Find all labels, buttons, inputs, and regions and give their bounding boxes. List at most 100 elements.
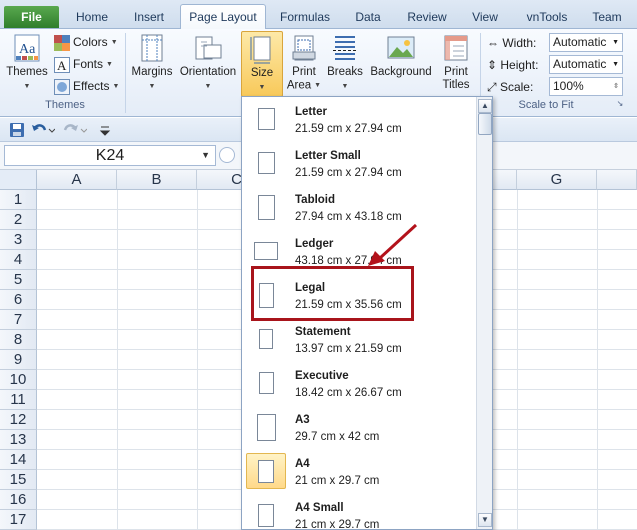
save-icon[interactable] bbox=[9, 122, 25, 138]
fonts-label: Fonts bbox=[73, 57, 104, 71]
row-header[interactable]: 14 bbox=[0, 450, 37, 470]
print-area-label-2: Area bbox=[286, 79, 312, 92]
orientation-label: Orientation bbox=[179, 66, 237, 78]
scale-row: ⤢ Scale: 100% ⇳ bbox=[487, 77, 627, 97]
tab-review[interactable]: Review bbox=[402, 7, 452, 29]
width-select[interactable]: Automatic ▼ bbox=[549, 33, 623, 52]
name-box[interactable]: K24 ▼ bbox=[4, 145, 216, 166]
scroll-down-icon[interactable]: ▼ bbox=[478, 513, 492, 527]
row-header[interactable]: 9 bbox=[0, 350, 37, 370]
themes-button[interactable]: Aa Themes ▼ bbox=[6, 31, 48, 97]
colors-button[interactable]: Colors ▼ bbox=[54, 32, 118, 52]
page-size-name: A3 bbox=[295, 414, 310, 426]
row-header[interactable]: 10 bbox=[0, 370, 37, 390]
margins-button[interactable]: Margins ▼ bbox=[129, 31, 175, 97]
width-row: ⇔ Width: Automatic ▼ bbox=[487, 33, 627, 53]
tab-data[interactable]: Data bbox=[346, 7, 390, 29]
scale-spinner[interactable]: 100% ⇳ bbox=[549, 77, 623, 96]
width-icon: ⇔ bbox=[487, 36, 503, 50]
row-header[interactable]: 13 bbox=[0, 430, 37, 450]
page-icon bbox=[258, 372, 274, 394]
customize-qat-icon[interactable] bbox=[97, 122, 113, 138]
page-size-name: Letter Small bbox=[295, 150, 361, 162]
scale-to-fit-group-label: Scale to Fit bbox=[518, 99, 574, 111]
tab-view[interactable]: View bbox=[464, 7, 506, 29]
page-size-dimensions: 21.59 cm x 27.94 cm bbox=[295, 123, 402, 135]
tab-team[interactable]: Team bbox=[586, 7, 628, 29]
row-header[interactable]: 7 bbox=[0, 310, 37, 330]
tab-vntools[interactable]: vnTools bbox=[518, 7, 576, 29]
scale-label: ⤢ Scale: bbox=[487, 77, 533, 97]
gridline bbox=[517, 190, 518, 530]
page-icon bbox=[254, 242, 278, 260]
height-label: ⇕ Height: bbox=[487, 55, 538, 75]
row-header[interactable]: 15 bbox=[0, 470, 37, 490]
row-header[interactable]: 6 bbox=[0, 290, 37, 310]
orientation-button[interactable]: Orientation ▼ bbox=[177, 31, 239, 97]
page-size-option[interactable]: A4 21 cm x 29.7 cm bbox=[242, 453, 476, 497]
tab-formulas[interactable]: Formulas bbox=[274, 7, 336, 29]
print-titles-label-2: Titles bbox=[442, 79, 470, 91]
page-size-option[interactable]: Executive 18.42 cm x 26.67 cm bbox=[242, 365, 476, 409]
dialog-launcher-icon[interactable]: ↘ bbox=[614, 99, 626, 108]
scale-icon: ⤢ bbox=[487, 80, 500, 94]
row-header[interactable]: 16 bbox=[0, 490, 37, 510]
page-icon bbox=[257, 152, 275, 174]
page-size-option[interactable]: Statement 13.97 cm x 21.59 cm bbox=[242, 321, 476, 365]
undo-icon[interactable] bbox=[31, 122, 56, 138]
height-select[interactable]: Automatic ▼ bbox=[549, 55, 623, 74]
tab-file[interactable]: File bbox=[4, 6, 59, 28]
row-header[interactable]: 11 bbox=[0, 390, 37, 410]
row-header[interactable]: 2 bbox=[0, 210, 37, 230]
row-header[interactable]: 3 bbox=[0, 230, 37, 250]
print-area-button[interactable]: Print Area ▼ bbox=[286, 31, 322, 97]
select-all-corner[interactable] bbox=[0, 170, 37, 190]
print-area-icon bbox=[289, 33, 319, 63]
print-titles-icon bbox=[441, 33, 471, 63]
row-header[interactable]: 4 bbox=[0, 250, 37, 270]
size-label: Size bbox=[250, 67, 274, 79]
page-size-name: Letter bbox=[295, 106, 327, 118]
row-header[interactable]: 1 bbox=[0, 190, 37, 210]
column-header[interactable] bbox=[597, 170, 637, 190]
spinner-arrows-icon[interactable]: ⇳ bbox=[613, 78, 619, 95]
page-size-option[interactable]: Letter Small 21.59 cm x 27.94 cm bbox=[242, 145, 476, 189]
svg-text:A: A bbox=[57, 58, 67, 73]
page-size-dimensions: 21 cm x 29.7 cm bbox=[295, 475, 380, 487]
chevron-down-icon: ▼ bbox=[106, 60, 113, 68]
tab-page-layout[interactable]: Page Layout bbox=[180, 4, 266, 30]
column-header-a[interactable]: A bbox=[37, 170, 117, 190]
dropdown-scrollbar[interactable]: ▲ ▼ bbox=[476, 97, 492, 529]
tab-insert[interactable]: Insert bbox=[122, 7, 176, 29]
gridline bbox=[197, 190, 198, 530]
chevron-down-icon[interactable]: ▼ bbox=[201, 146, 210, 165]
size-button[interactable]: Size ▼ bbox=[241, 31, 283, 97]
page-size-option[interactable]: Tabloid 27.94 cm x 43.18 cm bbox=[242, 189, 476, 233]
page-icon bbox=[259, 329, 273, 349]
page-size-name: Executive bbox=[295, 370, 349, 382]
page-icon bbox=[257, 194, 275, 220]
scroll-thumb[interactable] bbox=[478, 113, 492, 135]
ribbon-tab-bar: File Home Insert Page Layout Formulas Da… bbox=[0, 0, 637, 30]
row-header[interactable]: 17 bbox=[0, 510, 37, 530]
effects-button[interactable]: Effects ▼ bbox=[54, 76, 119, 96]
page-size-name: A4 bbox=[295, 458, 310, 470]
page-icon bbox=[257, 108, 275, 130]
gridline bbox=[117, 190, 118, 530]
row-header[interactable]: 12 bbox=[0, 410, 37, 430]
breaks-button[interactable]: Breaks ▼ bbox=[325, 31, 365, 97]
print-titles-button[interactable]: Print Titles bbox=[437, 31, 475, 97]
redo-icon[interactable] bbox=[63, 122, 88, 138]
page-size-option[interactable]: A4 Small 21 cm x 29.7 cm bbox=[242, 497, 476, 529]
page-size-option[interactable]: A3 29.7 cm x 42 cm bbox=[242, 409, 476, 453]
scroll-up-icon[interactable]: ▲ bbox=[478, 99, 492, 113]
column-header-b[interactable]: B bbox=[117, 170, 197, 190]
background-button[interactable]: Background bbox=[367, 31, 435, 97]
row-header[interactable]: 5 bbox=[0, 270, 37, 290]
insert-function-icon[interactable] bbox=[219, 147, 235, 163]
tab-home[interactable]: Home bbox=[66, 7, 118, 29]
fonts-button[interactable]: A Fonts ▼ bbox=[54, 54, 113, 74]
page-size-option[interactable]: Letter 21.59 cm x 27.94 cm bbox=[242, 101, 476, 145]
row-header[interactable]: 8 bbox=[0, 330, 37, 350]
column-header-g[interactable]: G bbox=[517, 170, 597, 190]
